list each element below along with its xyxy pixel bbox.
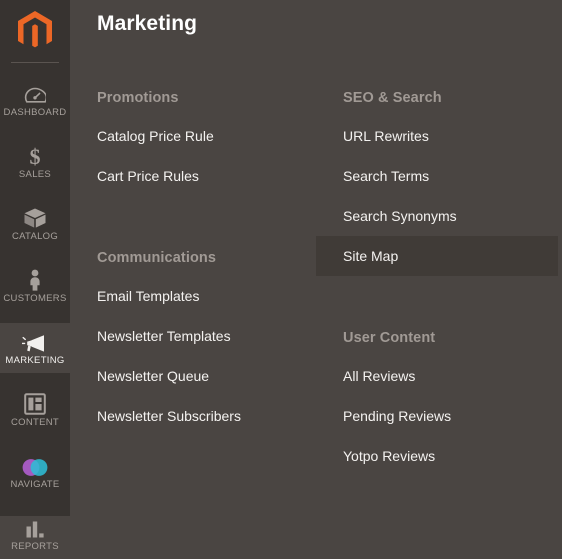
- sidebar-item-navigate[interactable]: NAVIGATE: [0, 447, 70, 497]
- sidebar-item-label: CATALOG: [11, 230, 59, 242]
- menu-link-catalog-price-rule[interactable]: Catalog Price Rule: [70, 116, 316, 156]
- menu-column-left: Promotions Catalog Price Rule Cart Price…: [70, 80, 316, 498]
- page-title: Marketing: [97, 12, 198, 35]
- main-sidebar: DASHBOARD $ SALES CATALOG CUSTOMERS MARK…: [0, 0, 70, 551]
- menu-link-url-rewrites[interactable]: URL Rewrites: [316, 116, 562, 156]
- admin-panel: DASHBOARD $ SALES CATALOG CUSTOMERS MARK…: [0, 0, 562, 551]
- menu-group-user-content: User Content All Reviews Pending Reviews…: [316, 320, 562, 476]
- group-heading: SEO & Search: [343, 90, 442, 106]
- sidebar-item-content[interactable]: CONTENT: [0, 385, 70, 435]
- menu-group-promotions: Promotions Catalog Price Rule Cart Price…: [70, 80, 316, 196]
- sidebar-item-label: NAVIGATE: [10, 478, 60, 490]
- bar-chart-icon: [24, 517, 46, 539]
- sidebar-item-catalog[interactable]: CATALOG: [0, 199, 70, 249]
- sidebar-divider: [11, 62, 59, 63]
- group-heading: Promotions: [97, 90, 179, 106]
- magento-logo[interactable]: [0, 0, 70, 62]
- venn-circles-icon: [20, 455, 50, 477]
- person-icon: [27, 269, 43, 291]
- menu-link-newsletter-subscribers[interactable]: Newsletter Subscribers: [70, 396, 316, 436]
- menu-link-yotpo-reviews[interactable]: Yotpo Reviews: [316, 436, 562, 476]
- sidebar-item-label: DASHBOARD: [3, 106, 67, 118]
- box-icon: [23, 207, 47, 229]
- menu-link-newsletter-templates[interactable]: Newsletter Templates: [70, 316, 316, 356]
- sidebar-item-reports[interactable]: REPORTS: [0, 509, 70, 559]
- sidebar-item-dashboard[interactable]: DASHBOARD: [0, 75, 70, 125]
- sidebar-item-customers[interactable]: CUSTOMERS: [0, 261, 70, 311]
- sidebar-item-sales[interactable]: $ SALES: [0, 137, 70, 187]
- menu-column-right: SEO & Search URL Rewrites Search Terms S…: [316, 80, 562, 498]
- group-heading: User Content: [343, 330, 436, 346]
- group-heading: Communications: [97, 250, 217, 266]
- sidebar-item-label: CONTENT: [10, 416, 59, 428]
- layout-panel-icon: [24, 392, 46, 415]
- menu-link-email-templates[interactable]: Email Templates: [70, 276, 316, 316]
- menu-group-communications: Communications Email Templates Newslette…: [70, 240, 316, 436]
- megaphone-icon: [22, 331, 48, 353]
- sidebar-item-label: SALES: [18, 168, 52, 180]
- sidebar-item-label: CUSTOMERS: [3, 292, 67, 304]
- svg-text:$: $: [30, 145, 41, 167]
- menu-columns: Promotions Catalog Price Rule Cart Price…: [70, 80, 562, 498]
- sidebar-item-label: MARKETING: [5, 354, 65, 366]
- dashboard-gauge-icon: [24, 83, 46, 105]
- dollar-sign-icon: $: [27, 145, 43, 167]
- menu-link-cart-price-rules[interactable]: Cart Price Rules: [70, 156, 316, 196]
- sidebar-item-label: REPORTS: [11, 540, 59, 552]
- menu-link-search-terms[interactable]: Search Terms: [316, 156, 562, 196]
- menu-link-all-reviews[interactable]: All Reviews: [316, 356, 562, 396]
- menu-link-site-map[interactable]: Site Map: [316, 236, 558, 276]
- menu-link-newsletter-queue[interactable]: Newsletter Queue: [70, 356, 316, 396]
- sidebar-item-marketing[interactable]: MARKETING: [0, 323, 70, 373]
- menu-group-seo-search: SEO & Search URL Rewrites Search Terms S…: [316, 80, 562, 276]
- menu-link-search-synonyms[interactable]: Search Synonyms: [316, 196, 562, 236]
- menu-link-pending-reviews[interactable]: Pending Reviews: [316, 396, 562, 436]
- marketing-menu-panel: Marketing Promotions Catalog Price Rule …: [70, 0, 562, 516]
